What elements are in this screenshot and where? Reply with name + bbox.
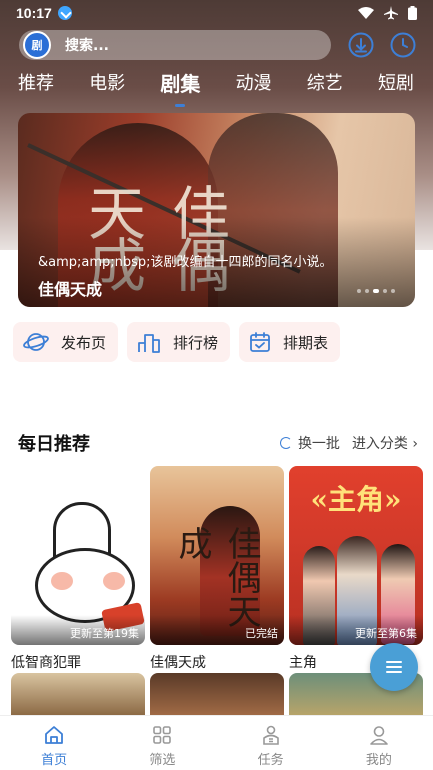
banner-dot[interactable] <box>357 289 361 293</box>
nav-profile-label: 我的 <box>365 753 392 768</box>
calendar-icon <box>250 332 270 352</box>
banner-title: 佳偶天成 <box>38 280 103 299</box>
airplane-icon <box>384 6 398 20</box>
episode-tag: 已完结 <box>245 627 278 640</box>
recommend-cards: 更新至第19集 低智商犯罪 佳偶天成 已完结 佳偶天成 «主角» 更新至第6集 … <box>11 466 423 672</box>
filter-grid-icon <box>153 726 172 744</box>
show-poster[interactable]: 佳偶天成 已完结 <box>150 466 284 645</box>
schedule-button[interactable]: 排期表 <box>239 322 341 362</box>
poster-title-text: «主角» <box>310 483 402 516</box>
menu-fab-button[interactable] <box>370 643 418 691</box>
search-placeholder: 搜索... <box>65 38 109 54</box>
nav-profile[interactable]: 我的 <box>325 716 433 770</box>
publish-page-button[interactable]: 发布页 <box>13 322 119 362</box>
episode-tag: 更新至第6集 <box>355 627 417 640</box>
banner-dot[interactable] <box>365 289 369 293</box>
show-poster[interactable]: «主角» 更新至第6集 <box>289 466 423 645</box>
menu-icon <box>386 666 402 668</box>
banner-dot[interactable] <box>383 289 387 293</box>
tab-short-drama[interactable]: 短剧 <box>378 68 414 104</box>
show-poster[interactable] <box>11 673 145 715</box>
nav-tasks-label: 任务 <box>257 753 284 768</box>
quick-actions: 发布页 排行榜 排期表 <box>13 322 341 362</box>
banner-description: &amp;amp;nbsp;该剧改编自十四郎的同名小说。 <box>38 255 333 270</box>
menu-icon <box>386 661 402 663</box>
enter-category-link[interactable]: 进入分类 › <box>352 433 418 453</box>
battery-icon <box>408 6 417 20</box>
status-time: 10:17 <box>16 5 52 21</box>
profile-icon <box>370 726 388 745</box>
show-card[interactable]: 更新至第19集 低智商犯罪 <box>11 466 145 672</box>
task-icon <box>262 725 279 745</box>
nav-home-label: 首页 <box>41 753 68 768</box>
history-button[interactable] <box>390 32 416 58</box>
publish-page-label: 发布页 <box>61 333 107 352</box>
download-icon <box>348 32 374 58</box>
clock-icon <box>390 32 416 58</box>
tab-series[interactable]: 剧集 <box>160 68 200 107</box>
rabbit-cheek-graphic <box>103 572 125 590</box>
banner-pagination <box>357 289 395 293</box>
planet-icon <box>23 333 49 351</box>
tab-variety[interactable]: 综艺 <box>307 68 343 104</box>
nav-tasks[interactable]: 任务 <box>217 716 325 770</box>
app-logo[interactable]: 剧 <box>23 31 51 59</box>
ranking-label: 排行榜 <box>173 333 219 352</box>
bottom-nav: 首页 筛选 任务 我的 <box>0 715 433 770</box>
status-bar: 10:17 <box>0 0 433 26</box>
show-title[interactable]: 佳偶天成 <box>150 652 284 672</box>
menu-icon <box>386 671 402 673</box>
show-card[interactable]: 佳偶天成 已完结 佳偶天成 <box>150 466 284 672</box>
refresh-icon[interactable] <box>279 437 292 449</box>
nav-home[interactable]: 首页 <box>0 716 108 770</box>
banner-dot[interactable] <box>391 289 395 293</box>
search-input[interactable]: 剧 搜索... <box>19 30 331 60</box>
show-card[interactable]: «主角» 更新至第6集 主角 <box>289 466 423 672</box>
section-actions: 换一批 进入分类 › <box>279 433 418 453</box>
episode-tag: 更新至第19集 <box>70 627 139 640</box>
featured-banner[interactable]: 佳偶天成 &amp;amp;nbsp;该剧改编自十四郎的同名小说。 佳偶天成 <box>18 113 415 307</box>
show-poster[interactable] <box>150 673 284 715</box>
search-row: 剧 搜索... <box>19 29 419 61</box>
tab-movies[interactable]: 电影 <box>89 68 125 104</box>
tab-anime[interactable]: 动漫 <box>236 68 272 104</box>
recommend-cards-row-2 <box>11 673 423 715</box>
daily-recommend-header: 每日推荐 换一批 进入分类 › <box>18 430 418 456</box>
nav-filter-label: 筛选 <box>149 753 176 768</box>
banner-dot-active[interactable] <box>373 289 379 293</box>
refresh-button[interactable]: 换一批 <box>298 433 340 453</box>
ranking-icon <box>138 334 160 353</box>
wifi-icon <box>358 7 374 19</box>
category-tabs: 推荐 电影 剧集 动漫 综艺 短剧 <box>0 68 433 107</box>
download-button[interactable] <box>348 32 374 58</box>
home-icon <box>45 726 64 744</box>
schedule-label: 排期表 <box>283 333 329 352</box>
rabbit-cheek-graphic <box>51 572 73 590</box>
section-title: 每日推荐 <box>18 434 90 455</box>
ranking-button[interactable]: 排行榜 <box>127 322 231 362</box>
nav-filter[interactable]: 筛选 <box>108 716 216 770</box>
tab-recommend[interactable]: 推荐 <box>18 68 54 104</box>
show-title[interactable]: 低智商犯罪 <box>11 652 145 672</box>
show-poster[interactable]: 更新至第19集 <box>11 466 145 645</box>
download-notification-icon <box>57 6 72 20</box>
